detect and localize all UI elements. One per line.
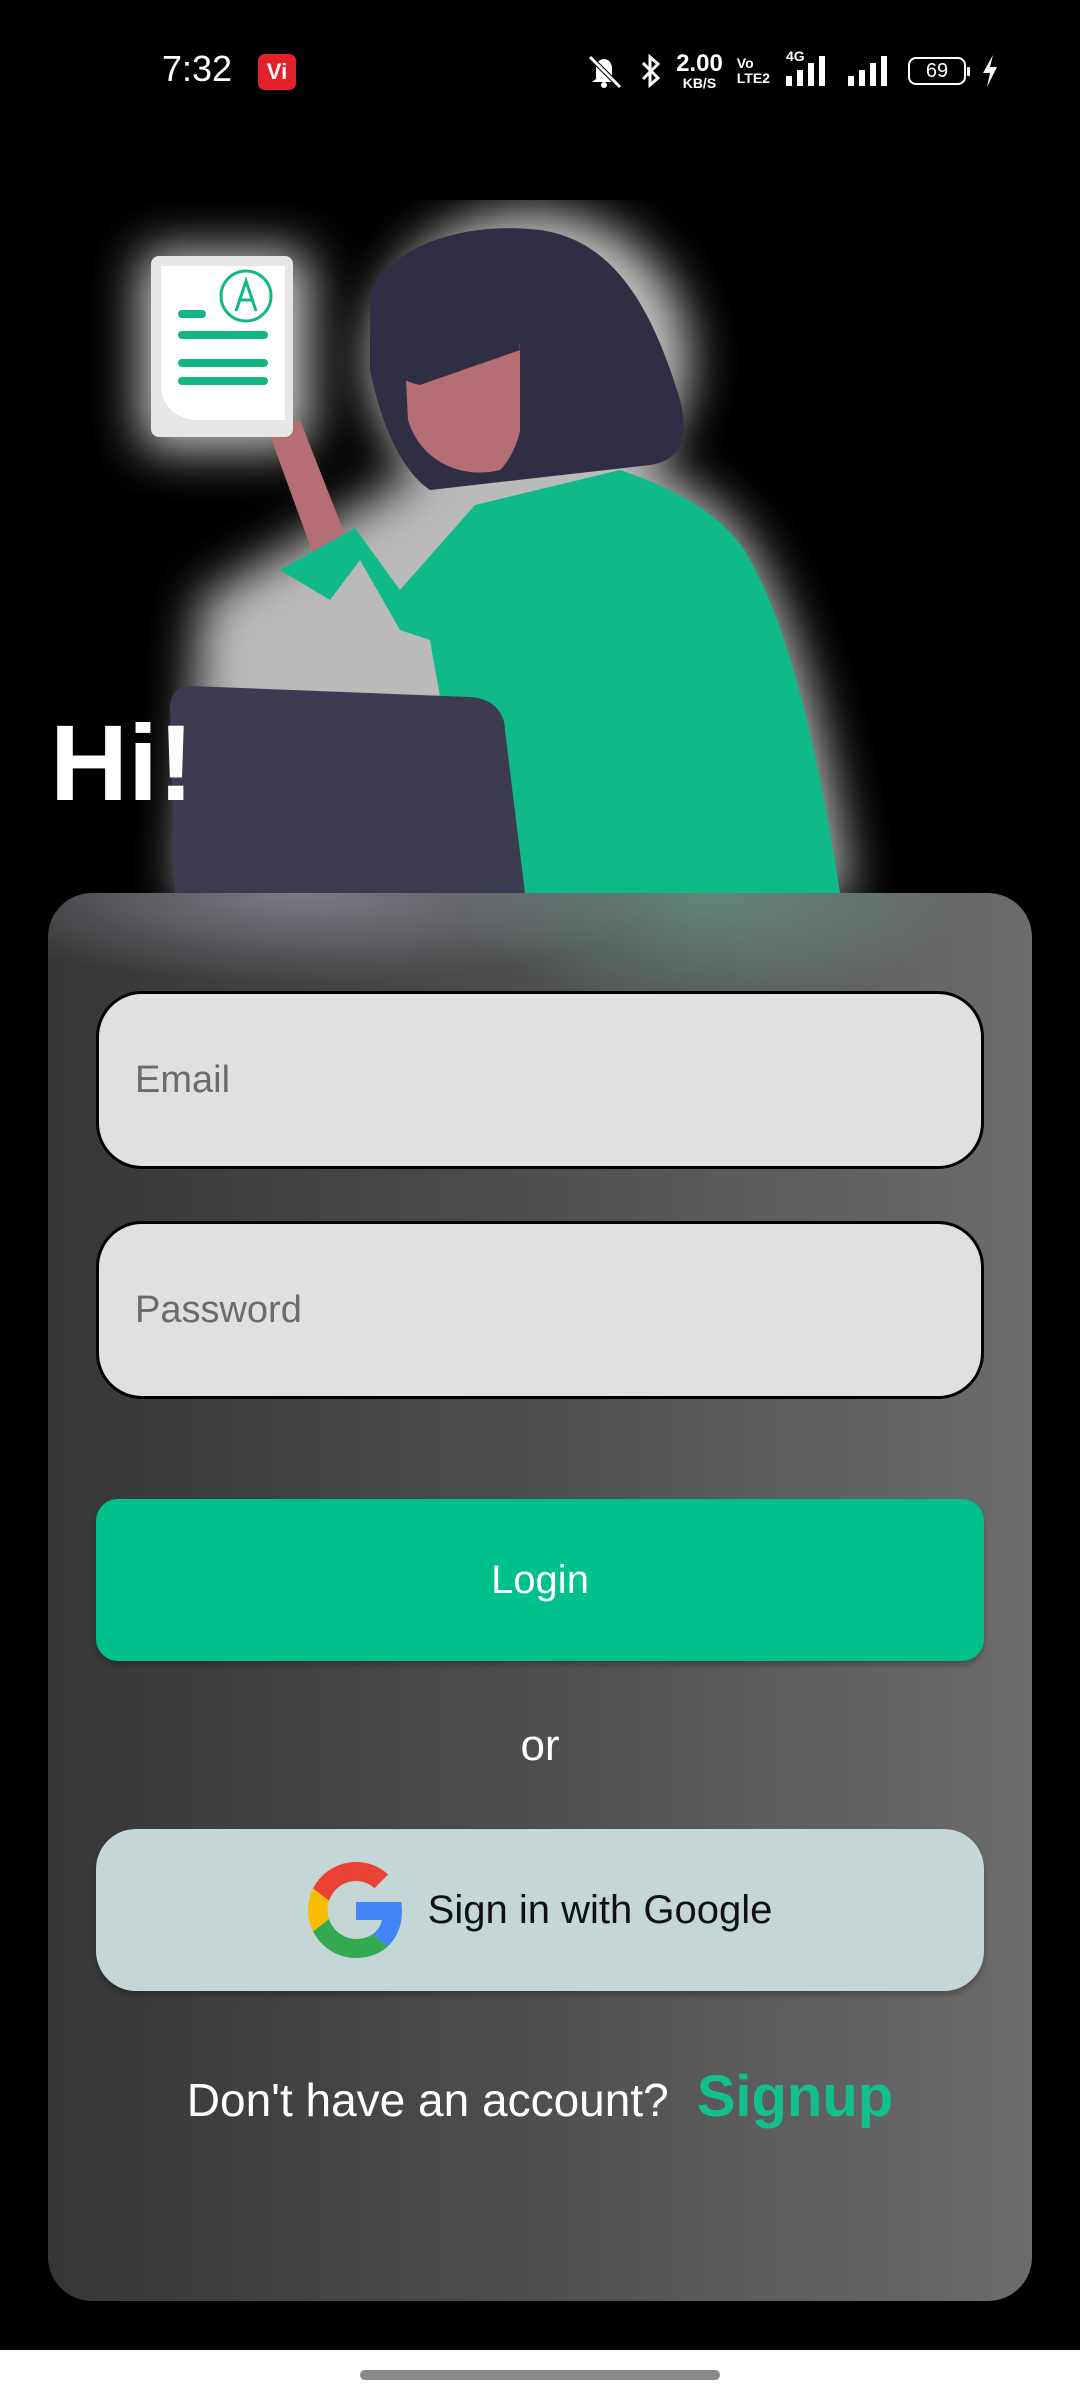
network-type: 4G	[786, 48, 805, 64]
mute-icon	[588, 55, 622, 89]
status-bar: 7:32 Vi 2.00 KB/S Vo LTE2 4G 69	[0, 0, 1080, 140]
paper-icon	[151, 256, 293, 437]
battery-icon: 69	[908, 57, 970, 85]
google-signin-button[interactable]: Sign in with Google	[96, 1829, 984, 1991]
network-speed-unit: KB/S	[682, 75, 717, 91]
login-button[interactable]: Login	[96, 1499, 984, 1661]
or-divider: or	[520, 1721, 560, 1770]
signal-4g: 4G	[784, 48, 832, 88]
status-icons: 2.00 KB/S Vo LTE2 4G 69	[582, 46, 1000, 96]
login-card: Login or Sign in with Google Don't have …	[48, 893, 1032, 2301]
signup-row: Don't have an account? Signup	[48, 2063, 1032, 2130]
status-time: 7:32	[162, 48, 233, 89]
email-input[interactable]	[133, 1057, 981, 1103]
signal-icon	[848, 56, 887, 86]
signup-prompt: Don't have an account?	[186, 2074, 669, 2126]
charging-icon	[983, 55, 997, 87]
google-icon	[307, 1862, 402, 1958]
password-field[interactable]	[96, 1221, 984, 1399]
signup-link[interactable]: Signup	[697, 2063, 894, 2130]
password-input[interactable]	[133, 1287, 981, 1333]
google-signin-label: Sign in with Google	[427, 1887, 773, 1932]
greeting-heading: Hi!	[50, 702, 194, 823]
bluetooth-icon	[642, 53, 661, 89]
navigation-bar	[0, 2350, 1080, 2400]
home-indicator[interactable]	[360, 2370, 720, 2380]
network-speed: 2.00 KB/S	[676, 50, 723, 91]
email-field[interactable]	[96, 991, 984, 1169]
laptop-back	[170, 686, 525, 893]
carrier-badge-icon: Vi	[258, 54, 296, 90]
network-speed-value: 2.00	[676, 50, 723, 77]
volte-top: Vo	[736, 55, 754, 72]
volte-bottom: LTE2	[736, 70, 770, 86]
volte-indicator: Vo LTE2	[737, 56, 770, 85]
